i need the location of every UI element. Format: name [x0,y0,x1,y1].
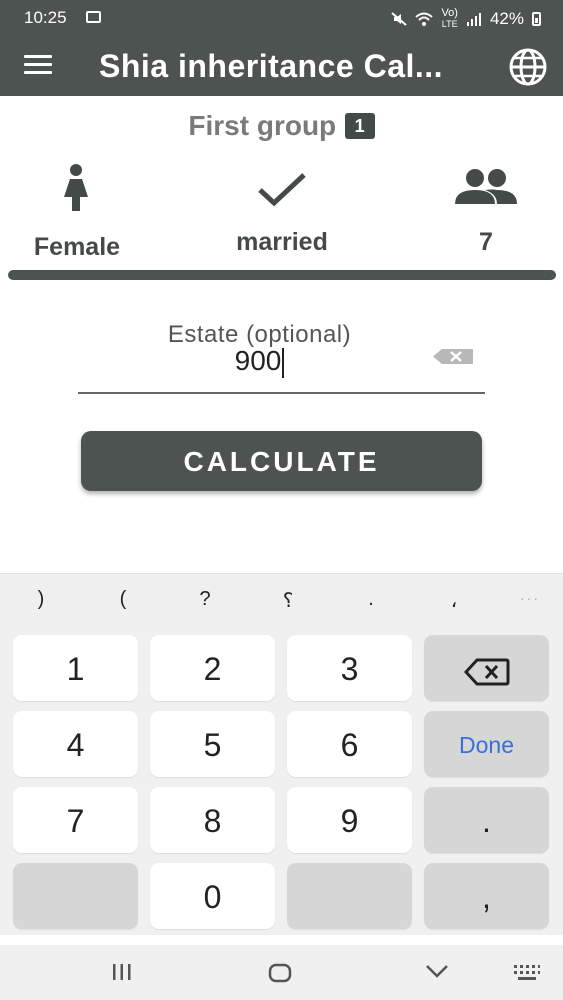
text-cursor [282,347,285,378]
group-title: First group 1 [0,110,563,142]
calculate-button[interactable]: CALCULATE [81,431,482,491]
hide-keyboard-icon[interactable] [425,963,449,979]
status-icons: Vo) LTE 42% [391,8,541,30]
key-9[interactable]: 9 [287,787,412,853]
menu-button[interactable] [24,55,52,77]
more-symbols-button[interactable]: ··· [510,590,550,606]
navigation-bar [0,945,563,1000]
wifi-icon [415,12,434,26]
battery-percent: 42% [489,9,524,28]
marital-status-label[interactable]: married [182,228,382,257]
estate-underline [78,392,485,394]
key-3[interactable]: 3 [287,635,412,701]
key-4[interactable]: 4 [13,711,138,777]
progress-bar [8,270,556,280]
screen: 10:25 Vo) LTE 42% Shia inheritance Cal..… [0,0,563,1000]
blank-key [13,863,138,929]
symbol-key[interactable]: ، [434,588,474,613]
key-8[interactable]: 8 [150,787,275,853]
symbol-key[interactable]: ؟ [268,588,308,613]
female-icon[interactable] [60,163,92,213]
keyboard-symbol-row: ) ( ? ؟ . ، ··· [0,573,563,625]
status-bar: 10:25 Vo) LTE 42% [0,0,563,34]
gender-label[interactable]: Female [0,233,154,262]
estate-value-text: 900 [234,345,282,376]
home-icon[interactable] [268,963,292,983]
battery-icon [532,12,541,26]
group-title-label: First group [188,110,337,141]
menu-icon [24,55,52,58]
gallery-notification-icon [86,11,101,23]
key-6[interactable]: 6 [287,711,412,777]
key-5[interactable]: 5 [150,711,275,777]
clear-icon[interactable] [432,348,474,365]
symbol-key[interactable]: . [351,588,391,611]
app-title: Shia inheritance Cal... [99,48,444,84]
backspace-icon [463,658,509,686]
status-time: 10:25 [24,8,67,27]
key-1[interactable]: 1 [13,635,138,701]
signal-icon [466,13,481,26]
done-key[interactable]: Done [424,711,549,777]
symbol-key[interactable]: ) [21,588,61,611]
mute-icon [391,12,408,26]
group-number-badge: 1 [344,113,375,139]
key-7[interactable]: 7 [13,787,138,853]
people-icon[interactable] [455,168,517,206]
volte-indicator: Vo) LTE [441,7,458,30]
comma-key[interactable]: , [424,863,549,929]
count-label[interactable]: 7 [436,228,536,257]
check-icon[interactable] [257,171,307,207]
backspace-key[interactable] [424,635,549,701]
recent-apps-icon[interactable] [111,963,133,981]
symbol-key[interactable]: ? [185,588,225,611]
blank-key [287,863,412,929]
app-bar: Shia inheritance Cal... [0,34,563,96]
dot-key[interactable]: . [424,787,549,853]
key-2[interactable]: 2 [150,635,275,701]
symbol-key[interactable]: ( [103,588,143,611]
key-0[interactable]: 0 [150,863,275,929]
menu-icon-line [24,63,52,66]
menu-icon-line [24,71,52,74]
numeric-keyboard: 1 2 3 4 5 6 Done 7 8 9 . 0 , [0,625,563,935]
globe-icon[interactable] [508,47,548,87]
keyboard-switch-icon[interactable] [513,963,541,983]
